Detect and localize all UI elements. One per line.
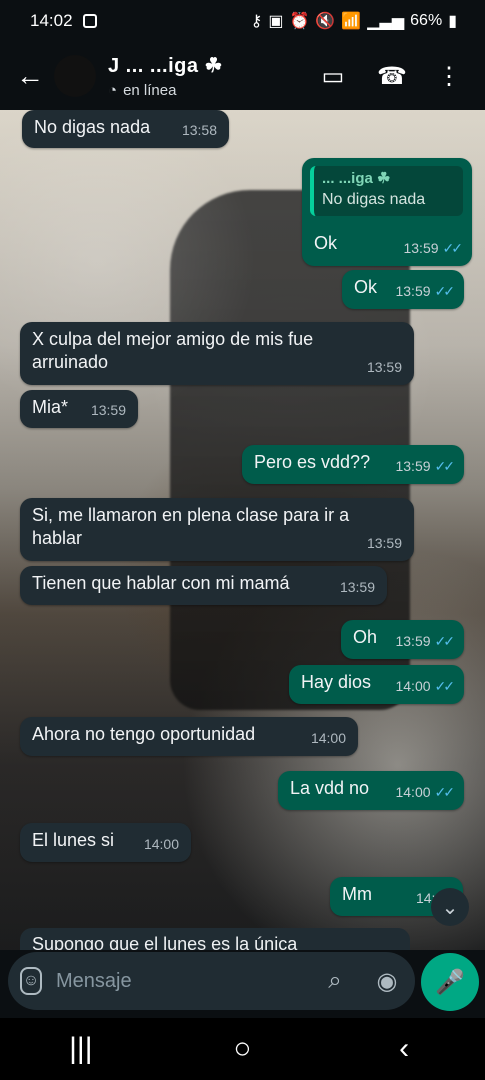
message-text: X culpa del mejor amigo de mis fue arrui… [32,329,319,372]
double-check-icon: ✓✓ [442,240,464,256]
message-bubble[interactable]: X culpa del mejor amigo de mis fue arrui… [20,322,414,385]
message-time: 13:59 [339,579,375,595]
home-button[interactable]: ○ [222,1032,262,1066]
video-call-icon[interactable]: ▭ [319,62,347,91]
arrow-left-icon[interactable]: ← [16,60,52,92]
message-composer[interactable]: ☺ ⌕ ◉ [8,952,415,1010]
paperclip-icon[interactable]: ⌕ [323,967,347,995]
status-left: 14:02 [30,11,97,31]
contact-name: J ... ...iga ☘ [108,55,223,77]
message-bubble[interactable]: No digas nada 13:58 [22,110,229,148]
status-right: ⚷ ▣ ⏰ 🔇 📶 ▁▃▅ 66% ▮ [251,11,457,31]
timer-icon: ◔ [108,82,118,99]
message-time: 14:00 [310,730,346,746]
double-check-icon: ✓✓ [434,784,456,800]
message-bubble[interactable]: El lunes si 14:00 [20,823,191,862]
message-text: Ok [314,233,338,253]
message-bubble[interactable]: Hay dios 14:00 ✓✓ [289,665,464,704]
message-bubble[interactable]: Oh 13:59 ✓✓ [341,620,464,659]
message-bubble[interactable]: ... ...iga ☘ No digas nada Ok 13:59 ✓✓ [302,158,472,266]
message-time: 14:00 ✓✓ [395,781,456,804]
status-time: 14:02 [30,11,73,30]
emoji-icon[interactable]: ☺ [20,967,42,995]
status-bar: 14:02 ⚷ ▣ ⏰ 🔇 📶 ▁▃▅ 66% ▮ [0,0,485,42]
alarm-icon: ⏰ [289,13,310,30]
message-bubble[interactable]: Pero es vdd?? 13:59 ✓✓ [242,445,464,484]
presence-status: ◔ en línea [108,82,319,99]
header-actions: ▭ ☎ ⋮ [319,62,463,91]
message-bubble[interactable]: Mia* 13:59 [20,390,138,428]
back-button[interactable]: ‹ [384,1032,424,1066]
message-time: 14:00 [143,836,179,852]
key-icon: ⚷ [250,13,263,30]
mute-icon: 🔇 [315,13,336,30]
message-time: 13:59 [90,402,126,418]
recent-apps-button[interactable]: ||| [61,1032,101,1066]
message-text: Ahora no tengo oportunidad [32,724,256,744]
voice-call-icon[interactable]: ☎ [377,62,407,91]
chat-header: ← J ... ...iga ☘ ◔ en línea ▭ ☎ ⋮ [0,42,485,110]
message-time: 13:59 ✓✓ [395,280,456,303]
battery-text: 66% [410,12,443,29]
message-time: 13:59 [366,535,402,551]
double-check-icon: ✓✓ [434,633,456,649]
message-bubble[interactable]: La vdd no 14:00 ✓✓ [278,771,464,810]
gallery-icon [82,14,97,28]
presence-text: en línea [123,82,177,99]
composer-actions: ⌕ ◉ [323,967,399,996]
message-bubble[interactable]: Si, me llamaron en plena clase para ir a… [20,498,414,561]
partial-message[interactable]: Supongo que el lunes es la única [20,928,410,950]
more-vertical-icon[interactable]: ⋮ [435,62,463,91]
message-time: 13:59 ✓✓ [395,630,456,653]
camera-icon[interactable]: ◉ [375,967,399,996]
battery-icon: ▮ [448,13,457,30]
avatar[interactable] [54,55,96,97]
double-check-icon: ✓✓ [434,283,456,299]
signal-icon: ▁▃▅ [367,13,405,30]
message-time: 13:59 ✓✓ [403,237,464,260]
message-bubble[interactable]: Ok 13:59 ✓✓ [342,270,464,309]
microphone-icon[interactable]: 🎤 [421,953,479,1011]
android-navigation-bar: ||| ○ ‹ [0,1018,485,1080]
quoted-text: No digas nada [322,191,426,208]
quoted-author: ... ...iga ☘ [322,170,391,187]
quoted-message[interactable]: ... ...iga ☘ No digas nada [310,166,463,216]
double-check-icon: ✓✓ [434,458,456,474]
chat-title[interactable]: J ... ...iga ☘ ◔ en línea [108,53,319,99]
message-text: Tienen que hablar con mi mamá [32,573,290,593]
message-input[interactable] [54,968,323,994]
message-time: 13:58 [181,122,217,138]
message-bubble[interactable]: Tienen que hablar con mi mamá 13:59 [20,566,387,605]
message-bubble[interactable]: Ahora no tengo oportunidad 14:00 [20,717,358,756]
wifi-icon: 📶 [341,13,362,30]
message-time: 13:59 ✓✓ [395,455,456,478]
battery-saver-icon: ▣ [268,13,284,30]
double-check-icon: ✓✓ [434,678,456,694]
chevrons-down-icon[interactable]: ⌄ [431,888,469,926]
chat-thread: No digas nada 13:58 ... ...iga ☘ No diga… [0,110,485,950]
message-time: 14:00 ✓✓ [395,675,456,698]
message-text: Si, me llamaron en plena clase para ir a… [32,505,355,548]
message-text: Supongo que el lunes es la única [32,934,298,950]
message-time: 13:59 [366,359,402,375]
